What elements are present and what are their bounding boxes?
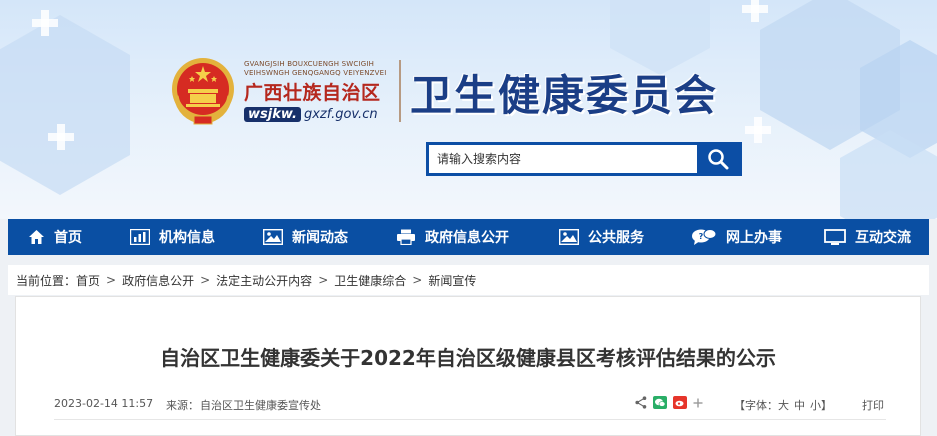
- article-title: 自治区卫生健康委关于2022年自治区级健康县区考核评估结果的公示: [160, 346, 776, 370]
- breadcrumb-prefix: 当前位置：: [16, 273, 77, 288]
- decorative-plus-icon: [745, 117, 771, 143]
- decorative-hexagon: [0, 15, 130, 195]
- region-logo-text: GVANGJSIH BOUXCUENGH SWCIGIH VEIHSWNGH G…: [244, 60, 396, 126]
- weibo-icon[interactable]: [673, 396, 687, 409]
- decorative-plus-icon: [742, 0, 768, 22]
- breadcrumb-link-news[interactable]: 新闻宣传: [428, 272, 476, 289]
- search-icon: [708, 149, 729, 170]
- decorative-hexagon-cluster: [760, 0, 937, 219]
- breadcrumb-link-home[interactable]: 首页: [76, 272, 100, 289]
- source-label: 来源：: [166, 399, 199, 412]
- header-banner: GVANGJSIH BOUXCUENGH SWCIGIH VEIHSWNGH G…: [0, 0, 937, 219]
- font-size-large[interactable]: 大: [778, 397, 789, 413]
- source-value: 自治区卫生健康委宣传处: [200, 399, 321, 412]
- zhuang-name-line1: GVANGJSIH BOUXCUENGH SWCIGIH: [244, 60, 375, 68]
- breadcrumb-link-health[interactable]: 卫生健康综合: [334, 272, 406, 289]
- header-divider: [399, 60, 401, 122]
- site-domain: wsjkw. gxzf.gov.cn: [244, 107, 378, 122]
- publish-date: 2023-02-14 11:57: [54, 397, 154, 410]
- nav-label: 政府信息公开: [425, 230, 509, 246]
- chat-bubble-icon: ?: [692, 229, 717, 245]
- zhuang-name-line2: VEIHSWNGH GENQGANGQ VEIYENZVEI: [244, 69, 387, 77]
- main-nav: 首页 机构信息 新闻动态 政府信息公开 公共服务 ? 网上办事 互动交流: [8, 219, 929, 255]
- breadcrumb-separator: >: [200, 273, 211, 287]
- font-size-small[interactable]: 小: [810, 397, 821, 413]
- nav-item-org-info[interactable]: 机构信息: [130, 219, 215, 255]
- meta-divider: [54, 419, 886, 420]
- bar-chart-icon: [130, 229, 150, 245]
- breadcrumb-separator: >: [106, 273, 117, 287]
- search-button[interactable]: [697, 145, 739, 173]
- image-icon: [559, 229, 579, 245]
- nav-label: 首页: [54, 230, 82, 246]
- breadcrumb: 当前位置： 首页 > 政府信息公开 > 法定主动公开内容 > 卫生健康综合 > …: [8, 265, 929, 295]
- breadcrumb-separator: >: [318, 273, 329, 287]
- nav-item-public-service[interactable]: 公共服务: [559, 219, 644, 255]
- nav-item-online-services[interactable]: ? 网上办事: [691, 219, 782, 255]
- national-emblem-icon: [172, 58, 234, 125]
- breadcrumb-link-gov-info[interactable]: 政府信息公开: [122, 272, 194, 289]
- share-icon[interactable]: [635, 396, 647, 409]
- nav-label: 网上办事: [726, 230, 782, 246]
- domain-suffix: gxzf.gov.cn: [303, 107, 378, 122]
- domain-prefix: wsjkw.: [244, 107, 301, 122]
- monitor-icon: [824, 228, 846, 245]
- svg-text:?: ?: [699, 232, 704, 241]
- font-size-medium[interactable]: 中: [794, 397, 805, 413]
- font-size-label: 【字体：: [734, 399, 778, 412]
- search-input[interactable]: [429, 145, 697, 173]
- org-title: 卫生健康委员会: [410, 71, 719, 120]
- home-icon: [29, 230, 44, 244]
- article-panel: 自治区卫生健康委关于2022年自治区级健康县区考核评估结果的公示 2023-02…: [15, 296, 921, 436]
- region-name: 广西壮族自治区: [244, 82, 381, 104]
- nav-item-home[interactable]: 首页: [28, 219, 82, 255]
- search-bar: [426, 142, 742, 176]
- image-icon: [263, 229, 283, 245]
- decorative-plus-icon: [32, 10, 58, 36]
- breadcrumb-separator: >: [412, 273, 423, 287]
- nav-label: 互动交流: [855, 230, 911, 246]
- nav-item-interaction[interactable]: 互动交流: [824, 219, 911, 255]
- more-share-icon[interactable]: [693, 398, 703, 408]
- share-bar: [635, 396, 703, 409]
- nav-label: 新闻动态: [292, 230, 348, 246]
- printer-icon: [397, 229, 415, 245]
- nav-item-news[interactable]: 新闻动态: [263, 219, 348, 255]
- wechat-icon[interactable]: [653, 396, 667, 409]
- nav-label: 公共服务: [588, 230, 644, 246]
- breadcrumb-link-statutory[interactable]: 法定主动公开内容: [216, 272, 312, 289]
- print-link[interactable]: 打印: [862, 397, 884, 413]
- nav-item-gov-info[interactable]: 政府信息公开: [396, 219, 509, 255]
- font-size-close: 】: [821, 399, 832, 412]
- decorative-plus-icon: [48, 124, 74, 150]
- nav-label: 机构信息: [159, 230, 215, 246]
